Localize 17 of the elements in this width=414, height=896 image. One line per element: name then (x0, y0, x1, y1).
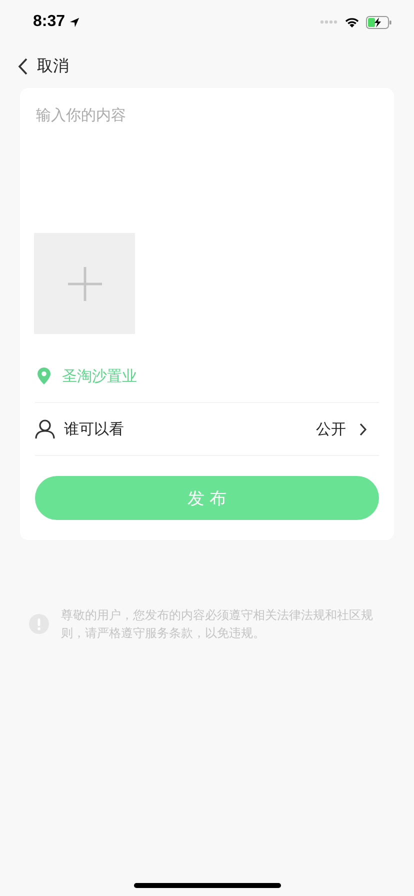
visibility-row[interactable]: 谁可以看 公开 (35, 403, 379, 456)
content-input-field[interactable]: 输入你的内容 (20, 88, 394, 218)
visibility-value: 公开 (316, 420, 346, 438)
wifi-icon (344, 16, 360, 28)
signal-icon (320, 20, 338, 24)
add-image-button[interactable] (34, 233, 135, 334)
plus-icon (66, 266, 102, 302)
location-pin-icon (37, 367, 51, 385)
battery-charging-icon (366, 16, 392, 28)
visibility-label: 谁可以看 (64, 420, 125, 438)
back-chevron-icon (18, 58, 28, 74)
warning-icon (29, 614, 49, 634)
location-arrow-icon (69, 16, 80, 28)
chevron-right-icon (359, 422, 367, 436)
cancel-button[interactable]: 取消 (18, 56, 69, 76)
person-icon (35, 419, 55, 439)
clock-time: 8:37 (33, 13, 66, 31)
